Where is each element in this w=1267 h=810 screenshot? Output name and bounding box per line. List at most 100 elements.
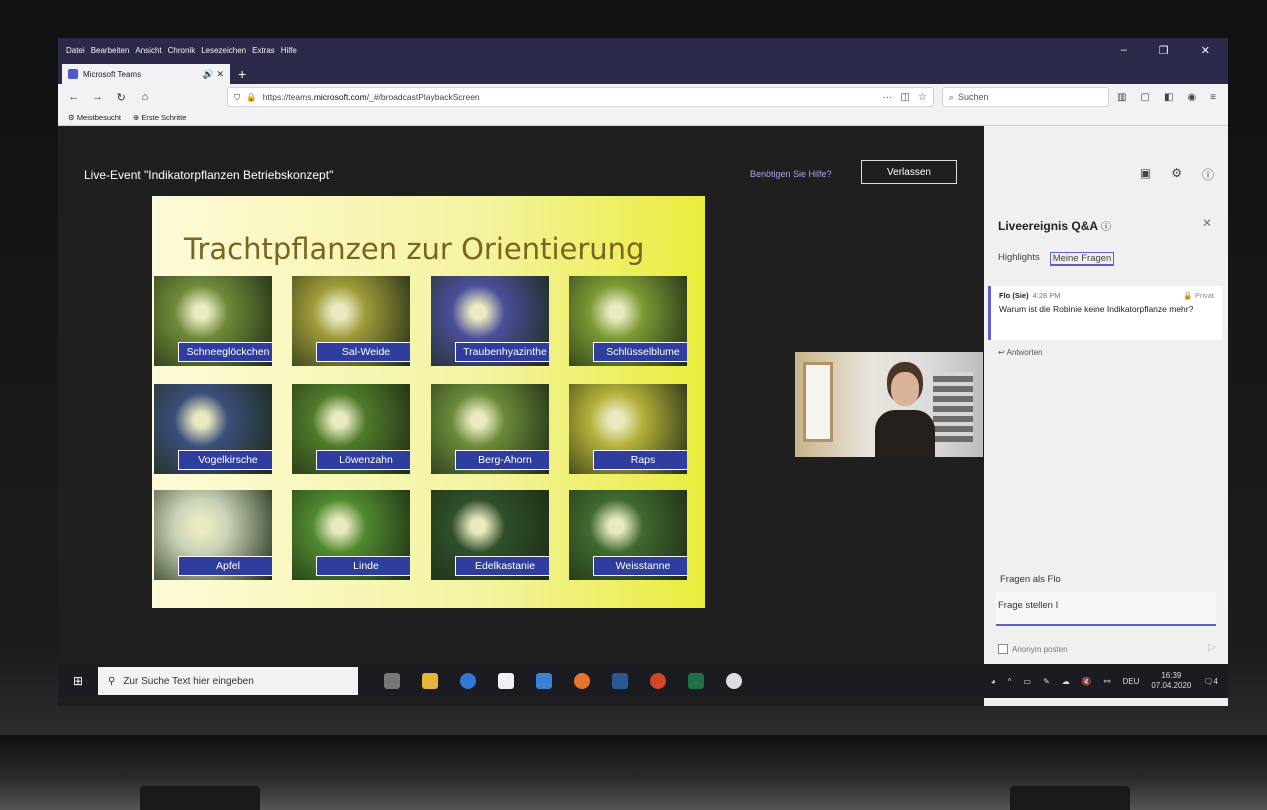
maximize-button[interactable]: ❐ (1159, 44, 1169, 57)
chat-icon[interactable]: ▣ (1140, 166, 1151, 183)
tile-apfel: Apfel (154, 490, 272, 580)
tab-audio-icon[interactable]: 🔊 ✕ (203, 69, 224, 80)
question-author: Flo (Sie) (999, 291, 1029, 300)
outlook-icon[interactable] (536, 673, 552, 689)
question-meta: Flo (Sie) 4:28 PM 🔒 Privat (999, 291, 1214, 300)
bookmark-meistbesucht[interactable]: ⚙ Meistbesucht (68, 113, 121, 122)
task-view-icon[interactable] (384, 673, 400, 689)
page-actions-icon[interactable]: ··· (882, 92, 892, 103)
menu-hilfe[interactable]: Hilfe (281, 46, 297, 55)
app-icon[interactable] (726, 673, 742, 689)
question-input[interactable]: Frage stellen I (996, 592, 1216, 626)
network-icon[interactable]: ⚯ (1104, 677, 1111, 686)
tile-label: Apfel (178, 556, 272, 576)
lock-icon: 🔒 (246, 91, 257, 102)
hamburger-menu-icon[interactable]: ≡ (1210, 92, 1216, 103)
language-indicator[interactable]: DEU (1122, 677, 1139, 686)
library-icon[interactable]: ▥ (1117, 92, 1126, 103)
tile-berg-ahorn: Berg-Ahorn (431, 384, 549, 474)
live-event-content: Live-Event "Indikatorpflanzen Betriebsko… (58, 126, 1228, 706)
search-input[interactable]: ⌕ Suchen (941, 87, 1110, 107)
tile-loewenzahn: Löwenzahn (292, 384, 410, 474)
close-window-button[interactable]: ✕ (1201, 44, 1210, 57)
pen-icon[interactable]: ✎ (1043, 677, 1050, 686)
taskbar-search-input[interactable]: ⚲ Zur Suche Text hier eingeben (98, 667, 358, 695)
cloud-icon[interactable]: ☁ (1062, 677, 1070, 686)
new-tab-button[interactable]: + (238, 66, 246, 84)
window-controls: – ❐ ✕ (1121, 44, 1228, 57)
anonymous-checkbox[interactable] (998, 644, 1008, 654)
volume-icon[interactable]: 🔇 (1082, 677, 1092, 686)
presenter-video[interactable] (795, 352, 983, 457)
search-icon: ⚲ (108, 675, 116, 687)
back-icon[interactable]: ← (66, 91, 82, 103)
tile-label: Schlüsselblume (593, 342, 687, 362)
menu-bearbeiten[interactable]: Bearbeiten (91, 46, 130, 55)
browser-menubar: Datei Bearbeiten Ansicht Chronik Lesezei… (58, 38, 1228, 62)
store-icon[interactable] (498, 673, 514, 689)
presenter-body (875, 410, 935, 457)
home-icon[interactable]: ⌂ (137, 91, 153, 103)
device-foot-right (1010, 786, 1130, 810)
menu-chronik[interactable]: Chronik (168, 46, 196, 55)
forward-icon[interactable]: → (90, 91, 106, 103)
question-card: Flo (Sie) 4:28 PM 🔒 Privat Warum ist die… (988, 286, 1222, 340)
menu-lesezeichen[interactable]: Lesezeichen (201, 46, 246, 55)
battery-icon[interactable]: ▭ (1024, 677, 1032, 686)
event-title: Live-Event "Indikatorpflanzen Betriebsko… (84, 168, 334, 182)
windows-start-icon[interactable]: ⊞ (58, 674, 98, 688)
clock[interactable]: 16:39 07.04.2020 (1151, 671, 1191, 691)
send-icon[interactable]: ▷ (1208, 642, 1216, 653)
edge-icon[interactable] (460, 673, 476, 689)
menu-ansicht[interactable]: Ansicht (135, 46, 161, 55)
clock-time: 16:39 (1161, 671, 1182, 680)
minimize-button[interactable]: – (1121, 44, 1127, 57)
reload-icon[interactable]: ↻ (113, 91, 129, 104)
tile-sal-weide: Sal-Weide (292, 276, 410, 366)
windows-taskbar: ⊞ ⚲ Zur Suche Text hier eingeben ◕ ^ ▭ ✎… (58, 664, 1228, 698)
leave-button[interactable]: Verlassen (861, 160, 957, 184)
bookmark-star-icon[interactable]: ☆ (918, 92, 927, 103)
tile-schluesselblume: Schlüsselblume (569, 276, 687, 366)
extension-icon[interactable]: ▢ (1141, 92, 1150, 103)
tile-label: Raps (593, 450, 687, 470)
bookmarks-bar: ⚙ Meistbesucht ⊕ Erste Schritte (58, 110, 1228, 126)
settings-icon[interactable]: ⚙ (1171, 166, 1182, 183)
menu-extras[interactable]: Extras (252, 46, 275, 55)
file-explorer-icon[interactable] (422, 673, 438, 689)
notification-center-icon[interactable]: 🗨4 (1203, 677, 1218, 686)
ask-as-label: Fragen als Flo (1000, 574, 1061, 585)
word-icon[interactable] (612, 673, 628, 689)
pocket-icon[interactable]: ◫ (900, 92, 909, 103)
tab-meine-fragen[interactable]: Meine Fragen (1049, 252, 1115, 266)
url-actions: ··· ◫ ☆ (882, 92, 926, 103)
info-icon[interactable]: ⓘ (1202, 166, 1214, 183)
tab-microsoft-teams[interactable]: Microsoft Teams 🔊 ✕ (62, 64, 230, 84)
video-background-window (803, 362, 833, 442)
device-foot-left (140, 786, 260, 810)
menu-datei[interactable]: Datei (66, 46, 85, 55)
close-icon[interactable]: ✕ (1202, 216, 1212, 230)
tray-app-icon[interactable]: ◕ (991, 677, 996, 686)
chevron-up-icon[interactable]: ^ (1008, 677, 1012, 686)
tile-weisstanne: Weisstanne (569, 490, 687, 580)
sidebar-icon[interactable]: ◧ (1164, 92, 1173, 103)
clock-date: 07.04.2020 (1151, 681, 1192, 690)
url-bar[interactable]: ⛉ 🔒 https://teams.microsoft.com/_#/broad… (226, 87, 934, 107)
question-visibility: 🔒 Privat (1183, 291, 1214, 300)
tile-schneegloeckchen: Schneeglöckchen (154, 276, 272, 366)
reply-button[interactable]: ↩ Antworten (998, 348, 1043, 357)
tile-label: Weisstanne (593, 556, 687, 576)
anonymous-post-option[interactable]: Anonym posten (998, 644, 1068, 654)
excel-icon[interactable] (688, 673, 704, 689)
bookmark-erste-schritte[interactable]: ⊕ Erste Schritte (133, 113, 186, 122)
tile-vogelkirsche: Vogelkirsche (154, 384, 272, 474)
powerpoint-icon[interactable] (650, 673, 666, 689)
tab-title: Microsoft Teams (83, 69, 142, 79)
account-icon[interactable]: ◉ (1187, 92, 1196, 103)
firefox-icon[interactable] (574, 673, 590, 689)
help-circle-icon[interactable]: ⓘ (1101, 222, 1111, 233)
help-link[interactable]: Benötigen Sie Hilfe? (750, 169, 832, 179)
tab-highlights[interactable]: Highlights (998, 252, 1040, 266)
tile-label: Schneeglöckchen (178, 342, 272, 362)
